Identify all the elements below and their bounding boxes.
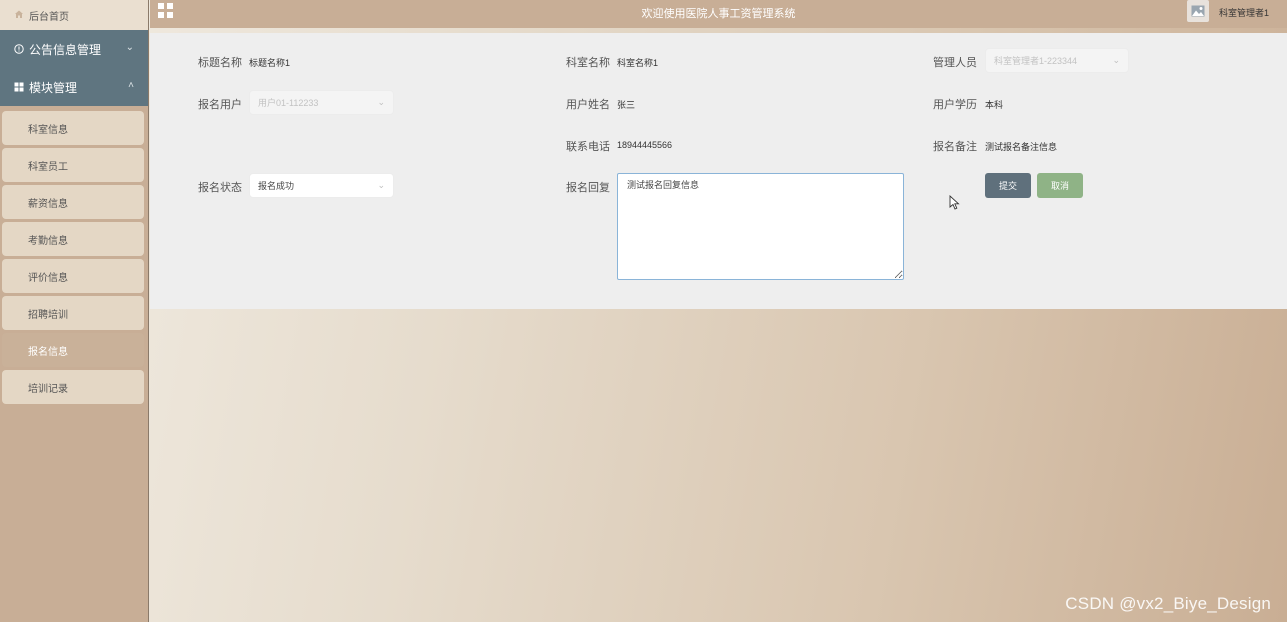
image-icon	[1191, 5, 1205, 17]
dept-value: 科室名称1	[617, 58, 659, 68]
dept-label: 科室名称	[566, 57, 610, 69]
sidebar-item-label: 科室信息	[28, 124, 68, 136]
signup-user-label: 报名用户	[198, 99, 242, 111]
info-circle-icon	[14, 44, 24, 54]
avatar[interactable]	[1187, 0, 1209, 22]
top-bar: 欢迎使用医院人事工资管理系统 科室管理者1	[150, 0, 1287, 28]
form-panel: 标题名称 标题名称1 科室名称 科室名称1 管理人员 科室管理者1-223344…	[150, 33, 1287, 309]
status-select[interactable]: 报名成功 ⌄	[249, 173, 394, 198]
status-select-value: 报名成功	[258, 181, 295, 191]
remark-label: 报名备注	[933, 141, 977, 153]
title-label: 标题名称	[198, 57, 242, 69]
manager-select: 科室管理者1-223344 ⌄	[985, 48, 1129, 73]
sidebar-item-dept-info[interactable]: 科室信息	[2, 111, 144, 145]
reply-label: 报名回复	[566, 182, 610, 194]
submenu: 科室信息 科室员工 薪资信息 考勤信息 评价信息 招聘培训 报名信息 培训记录	[0, 106, 148, 404]
phone-value: 18944445566	[617, 140, 673, 150]
menu-group-module[interactable]: 模块管理 ˄	[0, 68, 148, 106]
chevron-up-icon: ˄	[128, 80, 134, 91]
signup-user-select: 用户01-112233 ⌄	[249, 90, 394, 115]
title-value: 标题名称1	[249, 58, 291, 68]
education-label: 用户学历	[933, 99, 977, 111]
sidebar-item-recruitment[interactable]: 招聘培训	[2, 296, 144, 330]
menu-group-notice[interactable]: 公告信息管理 ⌄	[0, 30, 148, 68]
sidebar-item-label: 薪资信息	[28, 198, 68, 210]
remark-value: 测试报名备注信息	[985, 142, 1058, 152]
phone-label: 联系电话	[566, 141, 610, 153]
sidebar-item-label: 评价信息	[28, 272, 68, 284]
page-title: 欢迎使用医院人事工资管理系统	[641, 8, 796, 20]
sidebar: 后台首页 公告信息管理 ⌄ 模块管理 ˄ 科室信息 科室员工 薪资信息 考勤信息…	[0, 0, 149, 622]
signup-user-select-value: 用户01-112233	[258, 98, 319, 108]
sidebar-item-label: 培训记录	[28, 383, 68, 395]
sidebar-item-label: 科室员工	[28, 161, 68, 173]
manager-select-value: 科室管理者1-223344	[994, 56, 1078, 66]
grid-icon	[14, 82, 24, 92]
sidebar-item-training[interactable]: 培训记录	[2, 370, 144, 404]
user-name[interactable]: 科室管理者1	[1219, 6, 1269, 19]
sidebar-item-salary[interactable]: 薪资信息	[2, 185, 144, 219]
sidebar-item-signup[interactable]: 报名信息	[2, 333, 144, 367]
home-icon	[14, 9, 24, 22]
user-name-label: 用户姓名	[566, 99, 610, 111]
sidebar-item-label: 报名信息	[28, 346, 68, 358]
cancel-button[interactable]: 取消	[1037, 173, 1083, 198]
reply-textarea[interactable]: 测试报名回复信息	[617, 173, 904, 280]
sidebar-item-attendance[interactable]: 考勤信息	[2, 222, 144, 256]
chevron-down-icon: ⌄	[1112, 55, 1120, 65]
submit-button[interactable]: 提交	[985, 173, 1031, 198]
education-value: 本科	[985, 100, 1004, 110]
chevron-down-icon: ⌄	[377, 180, 385, 190]
status-label: 报名状态	[198, 182, 242, 194]
sidebar-home-label: 后台首页	[29, 11, 69, 23]
sidebar-home[interactable]: 后台首页	[0, 0, 148, 30]
menu-group-notice-label: 公告信息管理	[29, 42, 102, 57]
user-name-value: 张三	[617, 100, 636, 110]
sidebar-item-dept-staff[interactable]: 科室员工	[2, 148, 144, 182]
sidebar-item-evaluation[interactable]: 评价信息	[2, 259, 144, 293]
menu-group-module-label: 模块管理	[29, 80, 78, 95]
sidebar-item-label: 招聘培训	[28, 309, 68, 321]
watermark: CSDN @vx2_Biye_Design	[1065, 594, 1271, 613]
sidebar-item-label: 考勤信息	[28, 235, 68, 247]
mouse-cursor-icon	[949, 194, 960, 213]
chevron-down-icon: ⌄	[125, 42, 134, 53]
chevron-down-icon: ⌄	[377, 97, 385, 107]
manager-label: 管理人员	[933, 57, 977, 69]
